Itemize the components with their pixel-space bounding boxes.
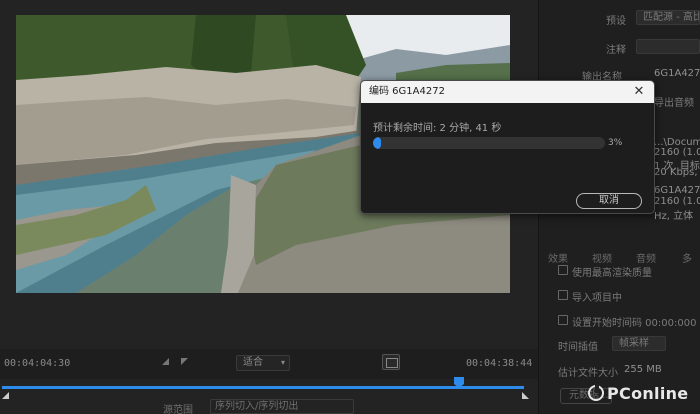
time-remaining-text: 预计剩余时间: 2 分钟, 41 秒 — [373, 123, 502, 134]
max-render-quality-label: 使用最高渲染质量 — [572, 268, 652, 279]
preset-label: 预设 — [606, 16, 626, 27]
summary-line: 20 Kbps, 48 — [654, 167, 700, 178]
file-size-label: 估计文件大小 — [558, 368, 618, 379]
time-interpolation-label: 时间插值 — [558, 342, 598, 353]
summary-line: 6G1A4272 — [654, 185, 700, 196]
comment-label: 注释 — [606, 45, 626, 56]
playhead-handle[interactable] — [454, 377, 464, 388]
tab-more[interactable]: 多 — [682, 250, 692, 265]
tab-audio[interactable]: 音频 — [636, 250, 656, 265]
out-point-handle[interactable] — [522, 392, 529, 399]
summary-line: 2160 (1.0), — [654, 196, 700, 207]
pconline-logo-icon — [588, 385, 604, 401]
max-render-quality-checkbox[interactable] — [558, 265, 568, 275]
timeline-track[interactable] — [2, 386, 524, 389]
source-range-select[interactable]: 序列切入/序列切出 — [210, 399, 354, 414]
playhead-marker-icon — [454, 377, 464, 388]
progress-fill — [373, 137, 381, 149]
zoom-fit-select[interactable]: 适合 — [236, 355, 290, 371]
watermark-logo: PConline — [588, 384, 688, 403]
encoding-dialog: 编码 6G1A4272 ✕ 预计剩余时间: 2 分钟, 41 秒 3% 取消 — [360, 80, 655, 214]
comment-field[interactable] — [636, 39, 700, 54]
export-audio-label: 导出音频 — [654, 98, 694, 109]
mark-in-icon[interactable] — [162, 358, 169, 365]
progress-percent: 3% — [608, 138, 623, 148]
summary-line: Hz, 立体 — [654, 211, 694, 222]
current-timecode[interactable]: 00:04:04:30 — [4, 358, 70, 369]
tab-effects[interactable]: 效果 — [548, 250, 568, 265]
start-timecode-checkbox[interactable] — [558, 315, 568, 325]
dialog-title: 编码 6G1A4272 — [361, 81, 654, 103]
import-project-checkbox[interactable] — [558, 290, 568, 300]
in-point-handle[interactable] — [2, 392, 9, 399]
source-range-label: 源范围 — [163, 405, 193, 414]
encoding-progress-bar — [373, 137, 605, 149]
cancel-button[interactable]: 取消 — [576, 193, 642, 209]
watermark-text: PConline — [607, 384, 689, 403]
output-name-link[interactable]: 6G1A4272.mp4 — [654, 68, 700, 79]
preset-select[interactable]: 匹配源 - 高比 — [636, 10, 700, 25]
import-project-label: 导入项目中 — [572, 293, 622, 304]
file-size-value: 255 MB — [624, 364, 662, 375]
tab-video[interactable]: 视频 — [592, 250, 612, 265]
crop-icon[interactable] — [382, 354, 400, 370]
time-interpolation-select[interactable]: 帧采样 — [612, 336, 666, 351]
mark-out-icon[interactable] — [181, 358, 188, 365]
start-timecode-label: 设置开始时间码 00:00:000 — [572, 318, 697, 329]
close-icon[interactable]: ✕ — [632, 81, 646, 103]
duration-timecode: 00:04:38:44 — [466, 358, 533, 369]
